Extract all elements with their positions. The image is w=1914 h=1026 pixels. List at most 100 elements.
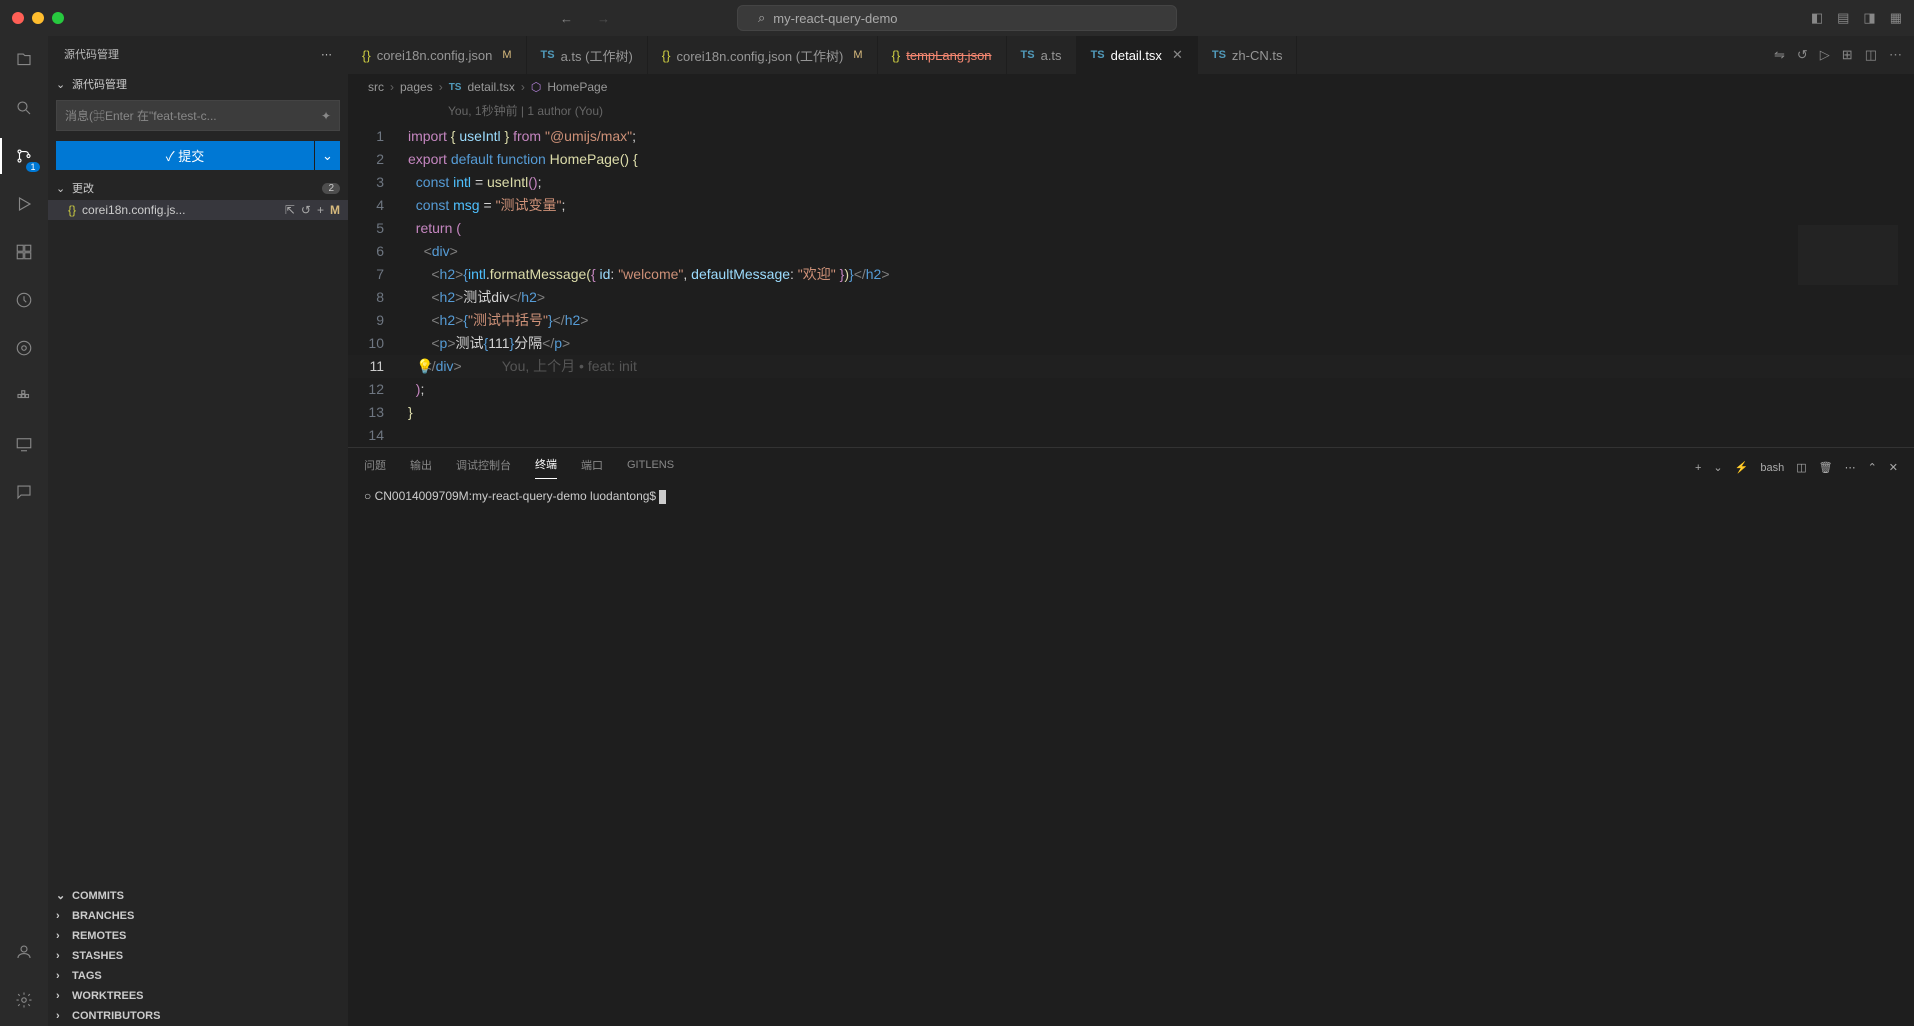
breadcrumb[interactable]: src› pages› TS detail.tsx› ⬡ HomePage bbox=[348, 74, 1914, 100]
file-actions: ⇱ ↺ + M bbox=[285, 203, 340, 217]
close-window[interactable] bbox=[12, 12, 24, 24]
timeline-icon[interactable] bbox=[10, 286, 38, 314]
toggle-primary-sidebar-icon[interactable]: ◧ bbox=[1811, 10, 1823, 26]
changed-file-name: corei18n.config.js... bbox=[82, 203, 185, 217]
gitlens-branches[interactable]: ›BRANCHES bbox=[48, 906, 348, 926]
run-debug-icon[interactable] bbox=[10, 190, 38, 218]
customize-layout-icon[interactable]: ▦ bbox=[1890, 10, 1902, 26]
minimap[interactable] bbox=[1798, 225, 1898, 285]
chevron-right-icon: › bbox=[56, 950, 68, 962]
symbol-icon: ⬡ bbox=[531, 80, 541, 94]
explorer-icon[interactable] bbox=[10, 46, 38, 74]
terminal-type-icon: ⚡ bbox=[1735, 461, 1749, 474]
graph-icon[interactable]: ⊞ bbox=[1842, 47, 1853, 63]
gitlens-tags[interactable]: ›TAGS bbox=[48, 966, 348, 986]
sidebar: 源代码管理 ⋯ ⌄ 源代码管理 消息(⌘Enter 在"feat-test-c.… bbox=[48, 36, 348, 1026]
split-terminal-icon[interactable]: ◫ bbox=[1796, 461, 1806, 474]
tab-a-ts-worktree[interactable]: TSa.ts (工作树) bbox=[527, 36, 648, 74]
sparkle-icon[interactable]: ✦ bbox=[321, 109, 331, 123]
git-blame: You, 上个月 • feat: init bbox=[462, 358, 637, 374]
tab-zh-cn-ts[interactable]: TSzh-CN.ts bbox=[1198, 36, 1298, 74]
gitlens-commits[interactable]: ⌄COMMITS bbox=[48, 885, 348, 906]
changed-file-item[interactable]: {} corei18n.config.js... ⇱ ↺ + M bbox=[48, 200, 348, 220]
toggle-panel-icon[interactable]: ▤ bbox=[1837, 10, 1849, 26]
more-panel-icon[interactable]: ⋯ bbox=[1845, 461, 1856, 474]
gitlens-remotes[interactable]: ›REMOTES bbox=[48, 926, 348, 946]
more-icon[interactable]: ⋯ bbox=[321, 48, 332, 61]
scm-badge: 1 bbox=[26, 162, 40, 172]
terminal[interactable]: ○ CN0014009709M:my-react-query-demo luod… bbox=[348, 479, 1914, 717]
toggle-secondary-sidebar-icon[interactable]: ◨ bbox=[1863, 10, 1875, 26]
gitlens-stashes[interactable]: ›STASHES bbox=[48, 946, 348, 966]
more-tab-icon[interactable]: ⋯ bbox=[1889, 47, 1902, 63]
history-icon[interactable]: ↺ bbox=[1797, 47, 1808, 63]
run-icon[interactable]: ▷ bbox=[1820, 47, 1830, 63]
commit-button-group: ✓ 提交 ⌄ bbox=[56, 141, 340, 170]
source-control-icon[interactable]: 1 bbox=[10, 142, 38, 170]
chevron-right-icon: ⌄ bbox=[56, 889, 68, 902]
maximize-panel-icon[interactable]: ⌃ bbox=[1868, 461, 1877, 474]
tab-corei18n[interactable]: {}corei18n.config.jsonM bbox=[348, 36, 527, 74]
changes-header[interactable]: ⌄ 更改 2 bbox=[48, 176, 348, 200]
layout-controls: ◧ ▤ ◨ ▦ bbox=[1811, 10, 1902, 26]
close-panel-icon[interactable]: ✕ bbox=[1889, 461, 1898, 474]
sidebar-title: 源代码管理 bbox=[64, 46, 119, 62]
remote-icon[interactable] bbox=[10, 430, 38, 458]
lightbulb-icon[interactable]: 💡 bbox=[416, 355, 433, 378]
search-activity-icon[interactable] bbox=[10, 94, 38, 122]
settings-gear-icon[interactable] bbox=[10, 986, 38, 1014]
terminal-type[interactable]: bash bbox=[1760, 462, 1784, 474]
panel-tab-problems[interactable]: 问题 bbox=[364, 457, 386, 479]
tab-detail-tsx[interactable]: TSdetail.tsx✕ bbox=[1077, 36, 1198, 74]
scm-section-header[interactable]: ⌄ 源代码管理 bbox=[48, 72, 348, 96]
panel-tabs: 问题 输出 调试控制台 终端 端口 GITLENS + ⌄ ⚡ bash ◫ 🗑 ⋯… bbox=[348, 448, 1914, 479]
close-tab-icon[interactable]: ✕ bbox=[1172, 47, 1183, 63]
stage-icon[interactable]: + bbox=[317, 203, 324, 217]
nav-forward[interactable]: → bbox=[597, 11, 610, 26]
command-center[interactable]: ⌕ my-react-query-demo bbox=[737, 5, 1177, 31]
extensions-icon[interactable] bbox=[10, 238, 38, 266]
terminal-dropdown-icon[interactable]: ⌄ bbox=[1713, 461, 1722, 474]
compare-icon[interactable]: ⇋ bbox=[1774, 47, 1785, 63]
docker-icon[interactable] bbox=[10, 382, 38, 410]
nav-back[interactable]: ← bbox=[560, 11, 573, 26]
gitlens-worktrees[interactable]: ›WORKTREES bbox=[48, 986, 348, 1006]
chevron-down-icon: ⌄ bbox=[56, 78, 68, 91]
minimize-window[interactable] bbox=[32, 12, 44, 24]
tab-a-ts[interactable]: TSa.ts bbox=[1007, 36, 1077, 74]
discard-icon[interactable]: ↺ bbox=[301, 203, 311, 217]
search-icon: ⌕ bbox=[758, 10, 765, 26]
new-terminal-icon[interactable]: + bbox=[1695, 462, 1701, 474]
window-controls bbox=[12, 12, 64, 24]
gitlens-contributors[interactable]: ›CONTRIBUTORS bbox=[48, 1006, 348, 1026]
split-icon[interactable]: ◫ bbox=[1865, 47, 1877, 63]
panel-tab-output[interactable]: 输出 bbox=[410, 457, 432, 479]
panel-tab-ports[interactable]: 端口 bbox=[581, 457, 603, 479]
terminal-cursor bbox=[659, 490, 666, 504]
kill-terminal-icon[interactable]: 🗑 bbox=[1819, 461, 1833, 474]
commit-button[interactable]: ✓ 提交 bbox=[56, 141, 314, 170]
code-editor[interactable]: 1import { useIntl } from "@umijs/max"; 2… bbox=[348, 125, 1914, 447]
panel-tab-debug[interactable]: 调试控制台 bbox=[456, 457, 511, 479]
open-file-icon[interactable]: ⇱ bbox=[285, 203, 295, 217]
panel-tab-terminal[interactable]: 终端 bbox=[535, 456, 557, 479]
sidebar-header: 源代码管理 ⋯ bbox=[48, 36, 348, 72]
comments-icon[interactable] bbox=[10, 478, 38, 506]
commit-message-input[interactable]: 消息(⌘Enter 在"feat-test-c... ✦ bbox=[56, 100, 340, 131]
ts-icon: TS bbox=[541, 49, 555, 61]
editor-area: {}corei18n.config.jsonM TSa.ts (工作树) {}c… bbox=[348, 36, 1914, 1026]
gitlens-sections: ⌄COMMITS ›BRANCHES ›REMOTES ›STASHES ›TA… bbox=[48, 885, 348, 1026]
codelens[interactable]: You, 1秒钟前 | 1 author (You) bbox=[348, 100, 1914, 125]
panel-tab-gitlens[interactable]: GITLENS bbox=[627, 459, 674, 477]
json-icon: {} bbox=[662, 48, 671, 63]
commit-dropdown[interactable]: ⌄ bbox=[314, 141, 340, 170]
ts-icon: TS bbox=[449, 82, 462, 93]
accounts-icon[interactable] bbox=[10, 938, 38, 966]
gitlens-icon[interactable] bbox=[10, 334, 38, 362]
chevron-right-icon: › bbox=[56, 930, 68, 942]
tab-templang[interactable]: {}tempLang.json bbox=[878, 36, 1007, 74]
tab-corei18n-worktree[interactable]: {}corei18n.config.json (工作树)M bbox=[648, 36, 878, 74]
chevron-down-icon: ⌄ bbox=[56, 182, 68, 195]
maximize-window[interactable] bbox=[52, 12, 64, 24]
nav-arrows: ← → bbox=[560, 11, 610, 26]
